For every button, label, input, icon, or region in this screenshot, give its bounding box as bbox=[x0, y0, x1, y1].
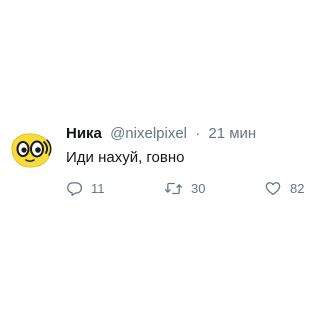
tweet-timestamp[interactable]: 21 мин bbox=[208, 125, 256, 142]
like-button[interactable]: 82 bbox=[264, 176, 304, 200]
yellow-cartoon-face-icon bbox=[11, 133, 52, 168]
like-count: 82 bbox=[290, 180, 305, 196]
separator-dot: · bbox=[195, 125, 201, 142]
author-display-name[interactable]: Ника bbox=[66, 125, 102, 142]
avatar[interactable] bbox=[6, 124, 54, 172]
reply-button[interactable]: 11 bbox=[66, 176, 105, 200]
tweet[interactable]: Ника @nixelpixel · 21 мин Иди нахуй, гов… bbox=[0, 112, 320, 202]
tweet-header: Ника @nixelpixel · 21 мин bbox=[66, 124, 312, 144]
tweet-text: Иди нахуй, говно bbox=[66, 149, 185, 166]
retweet-button[interactable]: 30 bbox=[164, 176, 205, 200]
heart-icon bbox=[265, 181, 281, 195]
reply-icon bbox=[67, 181, 83, 196]
retweet-count: 30 bbox=[191, 180, 206, 196]
retweet-icon bbox=[164, 182, 183, 194]
reply-count: 11 bbox=[91, 180, 105, 196]
tweet-actions: 11 30 82 bbox=[0, 176, 320, 200]
author-handle[interactable]: @nixelpixel bbox=[110, 125, 187, 142]
page: Ника @nixelpixel · 21 мин Иди нахуй, гов… bbox=[0, 0, 320, 320]
